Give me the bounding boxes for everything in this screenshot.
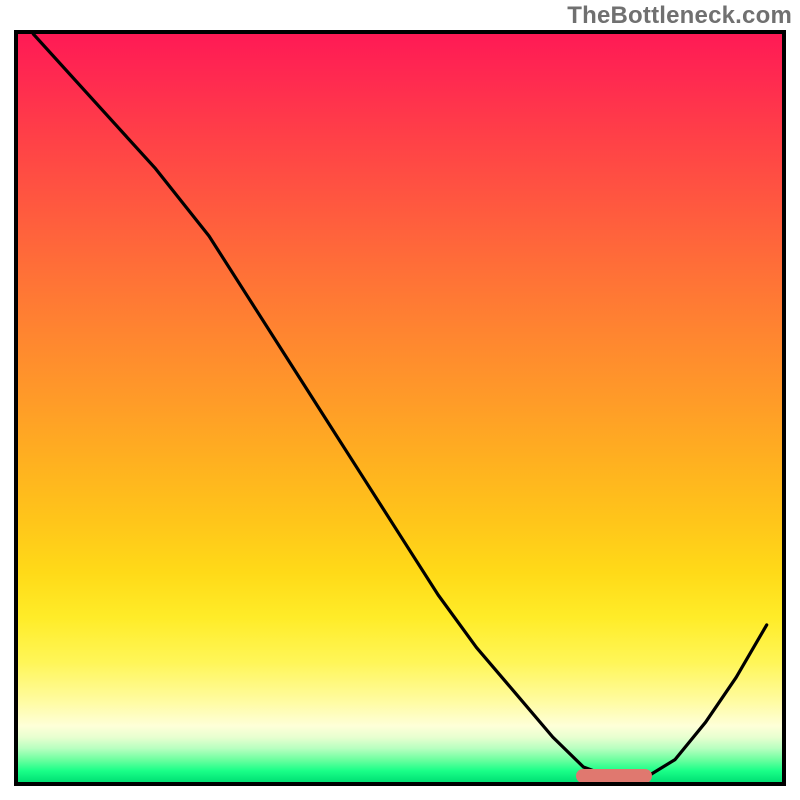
highlight-marker (576, 769, 652, 783)
line-series (18, 34, 782, 782)
chart-container: TheBottleneck.com (0, 0, 800, 800)
watermark-text: TheBottleneck.com (567, 2, 792, 30)
plot-area (14, 30, 786, 786)
